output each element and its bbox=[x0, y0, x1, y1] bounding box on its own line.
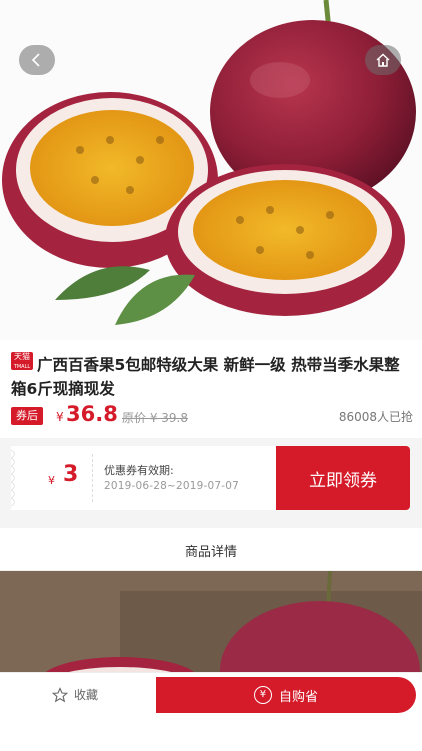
yen-icon: ¥ bbox=[253, 686, 272, 704]
price-value: 36.8 bbox=[66, 402, 118, 426]
price-symbol: ¥ bbox=[56, 410, 64, 424]
favorite-button[interactable]: 收藏 bbox=[52, 686, 98, 703]
price-row: 券后 ¥ 36.8 原价 ¥ 39.8 86008人已抢 bbox=[11, 402, 413, 428]
coupon-card: ¥ 3 优惠券有效期: 2019-06-28~2019-07-07 立即领券 bbox=[11, 446, 410, 510]
self-buy-save-button[interactable]: ¥ 自购省 bbox=[156, 677, 416, 713]
detail-title: 商品详情 bbox=[184, 545, 237, 560]
product-title-block: 天猫 TMALL 广西百香果5包邮特级大果 新鲜一级 热带当季水果整箱6斤现摘现发 bbox=[11, 352, 413, 401]
star-icon bbox=[52, 686, 68, 702]
tmall-badge: 天猫 TMALL bbox=[11, 352, 33, 370]
coupon-edge bbox=[11, 449, 15, 507]
home-icon bbox=[376, 53, 390, 67]
bottom-action-bar: 收藏 ¥ 自购省 bbox=[0, 672, 422, 751]
back-button[interactable] bbox=[19, 45, 55, 75]
product-title: 广西百香果5包邮特级大果 新鲜一级 热带当季水果整箱6斤现摘现发 bbox=[11, 356, 400, 398]
buy-label: 自购省 bbox=[278, 689, 318, 705]
detail-image bbox=[0, 571, 422, 681]
chevron-left-icon bbox=[31, 53, 40, 67]
coupon-value: 3 bbox=[63, 462, 79, 487]
home-button[interactable] bbox=[365, 45, 401, 75]
coupon-validity-dates: 2019-06-28~2019-07-07 bbox=[104, 480, 240, 492]
original-price: 原价 ¥ 39.8 bbox=[122, 411, 188, 425]
product-hero-image bbox=[0, 0, 422, 340]
favorite-label: 收藏 bbox=[74, 688, 99, 702]
coupon-info: ¥ 3 优惠券有效期: 2019-06-28~2019-07-07 bbox=[11, 446, 276, 510]
detail-header: 商品详情 bbox=[0, 528, 422, 571]
coupon-validity-label: 优惠券有效期: bbox=[104, 464, 174, 477]
coupon-price-tag: 券后 bbox=[11, 407, 43, 425]
claim-coupon-button[interactable]: 立即领券 bbox=[276, 446, 410, 510]
sold-count: 86008人已抢 bbox=[338, 410, 413, 424]
coupon-symbol: ¥ bbox=[48, 474, 55, 487]
coupon-divider bbox=[92, 454, 93, 502]
